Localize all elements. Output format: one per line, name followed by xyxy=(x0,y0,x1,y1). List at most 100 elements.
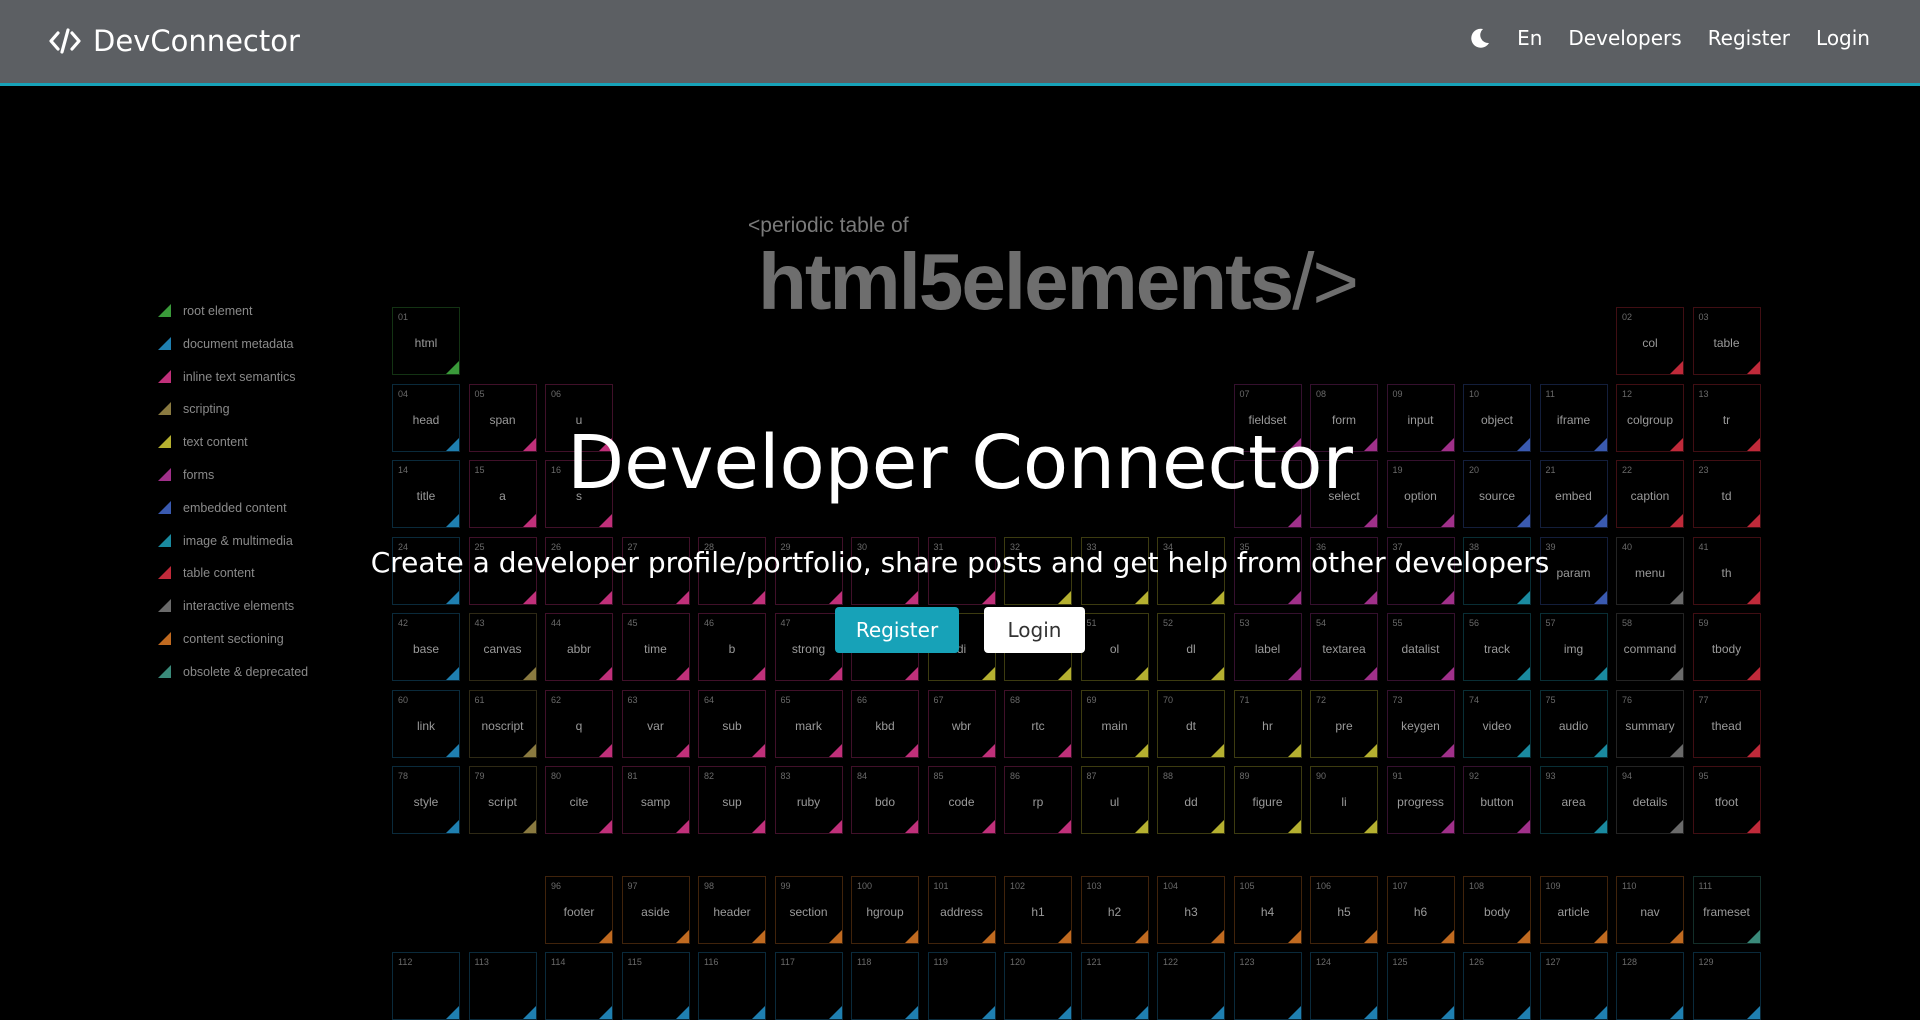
element-tile: 69 main xyxy=(1080,689,1149,758)
language-toggle[interactable]: En xyxy=(1517,26,1542,50)
tile-category-marker xyxy=(1134,590,1148,604)
tile-symbol: button xyxy=(1480,795,1514,809)
tile-category-marker xyxy=(599,930,612,943)
tile-category-marker xyxy=(599,514,612,527)
element-tile: 117 xyxy=(774,952,843,1020)
nav-login-link[interactable]: Login xyxy=(1816,26,1870,50)
tile-category-marker xyxy=(1058,930,1071,943)
tile-category-marker xyxy=(446,743,459,757)
tile-number: 82 xyxy=(704,771,715,781)
tile-category-marker xyxy=(522,1006,536,1019)
tile-symbol: abbr xyxy=(566,642,592,656)
tile-symbol: section xyxy=(789,905,828,919)
tile-category-marker xyxy=(522,743,536,757)
tile-symbol: base xyxy=(412,642,440,656)
tile-number: 64 xyxy=(704,694,715,705)
hero-buttons: Register Login xyxy=(835,607,1085,653)
legend-label: inline text semantics xyxy=(183,369,296,384)
tile-category-marker xyxy=(1287,667,1301,680)
tile-category-marker xyxy=(828,667,842,680)
tile-category-marker xyxy=(446,590,459,604)
element-tile: 95 tfoot xyxy=(1692,766,1761,834)
tile-symbol: header xyxy=(713,905,751,919)
nav-register-link[interactable]: Register xyxy=(1708,26,1790,50)
tile-symbol: ruby xyxy=(796,795,821,809)
element-tile: 97 aside xyxy=(621,876,690,944)
tile-symbol: textarea xyxy=(1322,642,1366,656)
tile-number: 74 xyxy=(1469,694,1480,705)
tile-number: 63 xyxy=(627,694,638,705)
element-tile: 02 col xyxy=(1616,307,1684,375)
legend-item: interactive elements xyxy=(158,599,308,632)
tile-category-marker xyxy=(1287,930,1301,943)
tile-number: 113 xyxy=(474,957,489,967)
tile-category-marker xyxy=(981,820,995,833)
element-tile: 03 table xyxy=(1692,307,1761,375)
tile-category-marker xyxy=(1670,361,1683,374)
register-button[interactable]: Register xyxy=(835,607,959,653)
tile-number: 93 xyxy=(1545,771,1556,781)
element-tile: 88 dd xyxy=(1157,766,1225,834)
tile-number: 13 xyxy=(1698,388,1709,399)
tile-symbol: dl xyxy=(1186,642,1196,656)
element-tile: 120 xyxy=(1004,952,1072,1020)
tile-number: 70 xyxy=(1163,694,1174,705)
tile-symbol: frameset xyxy=(1703,905,1750,919)
brand-link[interactable]: DevConnector xyxy=(49,24,300,58)
tile-category-marker xyxy=(1287,1006,1301,1019)
nav-developers-link[interactable]: Developers xyxy=(1568,26,1681,50)
tile-category-marker xyxy=(1670,590,1683,604)
tile-category-marker xyxy=(1670,820,1683,833)
tile-number: 125 xyxy=(1392,957,1408,967)
element-tile: 86 rp xyxy=(1004,766,1072,834)
moon-icon[interactable] xyxy=(1469,27,1491,49)
element-tile: 89 figure xyxy=(1233,766,1302,834)
tile-category-marker xyxy=(981,590,995,604)
tile-symbol: footer xyxy=(563,905,595,919)
tile-number: 124 xyxy=(1316,957,1332,967)
tile-category-marker xyxy=(1134,667,1148,680)
tile-number: 120 xyxy=(1010,957,1026,967)
tile-category-marker xyxy=(1058,590,1071,604)
tile-category-marker xyxy=(752,1006,765,1019)
element-tile: 81 samp xyxy=(621,766,690,834)
tile-symbol: datalist xyxy=(1401,642,1440,656)
tile-symbol: kbd xyxy=(875,718,895,733)
tile-number: 68 xyxy=(1010,694,1021,705)
legend-label: scripting xyxy=(183,402,230,417)
element-tile: 75 audio xyxy=(1539,689,1608,758)
tile-number: 43 xyxy=(474,618,485,628)
login-button[interactable]: Login xyxy=(984,607,1085,653)
tile-category-marker xyxy=(1364,590,1377,604)
tile-category-marker xyxy=(1517,743,1530,757)
tile-number: 87 xyxy=(1086,771,1097,781)
tile-number: 52 xyxy=(1163,618,1174,628)
tile-symbol: var xyxy=(647,718,664,733)
tile-category-marker xyxy=(1593,743,1607,757)
tile-symbol: tfoot xyxy=(1714,795,1739,809)
element-tile: 60 link xyxy=(392,689,460,758)
tile-symbol: noscript xyxy=(481,718,524,733)
tile-category-marker xyxy=(905,590,918,604)
tile-number: 108 xyxy=(1469,881,1485,891)
tile-category-marker xyxy=(1670,514,1683,527)
tile-symbol: h2 xyxy=(1107,905,1122,919)
tile-category-marker xyxy=(1287,820,1301,833)
tile-number: 101 xyxy=(933,881,949,891)
legend-swatch xyxy=(158,599,171,613)
tile-number: 76 xyxy=(1622,694,1633,705)
tile-symbol: li xyxy=(1341,795,1347,809)
tile-category-marker xyxy=(1593,590,1607,604)
tile-category-marker xyxy=(1211,1006,1224,1019)
tile-category-marker xyxy=(1287,590,1301,604)
element-tile: 90 li xyxy=(1310,766,1378,834)
element-tile: 56 track xyxy=(1463,613,1531,681)
tile-symbol: canvas xyxy=(483,642,522,656)
tile-symbol: rp xyxy=(1032,795,1044,809)
element-tile: 63 var xyxy=(621,689,690,758)
tile-symbol: h4 xyxy=(1260,905,1275,919)
tile-number: 01 xyxy=(398,312,409,322)
tile-symbol: hr xyxy=(1262,718,1273,733)
tile-number: 109 xyxy=(1545,881,1561,891)
tile-category-marker xyxy=(905,743,918,757)
